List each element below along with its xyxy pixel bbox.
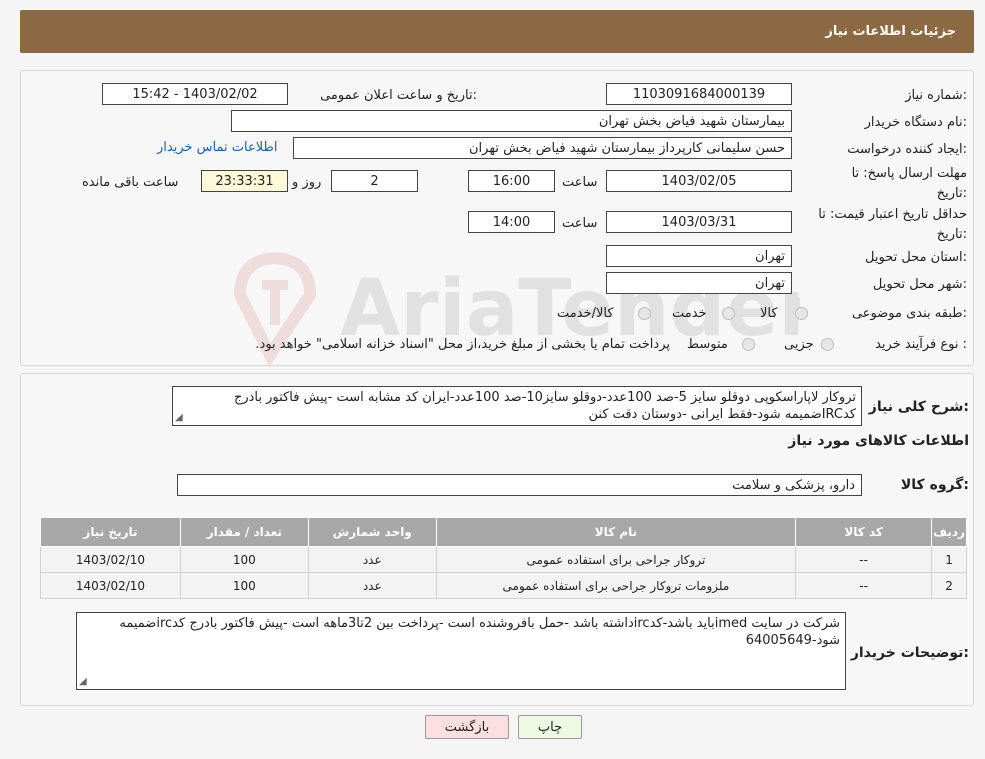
remaining-time-label: ساعت باقی مانده: [82, 175, 179, 190]
delivery-city-field: تهران: [606, 272, 792, 294]
goods-group-field: دارو، پزشکی و سلامت: [177, 474, 862, 496]
description-textarea[interactable]: تروکار لاپاراسکوپی دوقلو سایز 5-صد 100عد…: [172, 386, 862, 426]
process-minor-label: جزیی: [784, 337, 814, 352]
col-header-date: تاریخ نیاز: [40, 517, 181, 547]
print-button[interactable]: چاپ: [518, 715, 582, 739]
price-validity-label: حداقل تاریخ اعتبار قیمت: تا تاریخ:: [818, 205, 967, 245]
goods-table: ردیف کد کالا نام کالا واحد شمارش تعداد /…: [40, 517, 967, 599]
price-validity-time-label: ساعت: [562, 216, 598, 231]
category-service-label: خدمت: [672, 306, 707, 321]
cell-date: 1403/02/10: [40, 546, 181, 573]
category-goods-label: کالا: [760, 306, 778, 321]
reply-deadline-time-label: ساعت: [562, 175, 598, 190]
reply-deadline-label: مهلت ارسال پاسخ: تا تاریخ:: [852, 164, 967, 204]
price-validity-label-line2: تاریخ:: [936, 227, 967, 242]
cell-quantity: 100: [179, 572, 309, 599]
reply-deadline-label-line2: تاریخ:: [936, 186, 967, 201]
category-goods-service-radio[interactable]: [638, 307, 651, 320]
process-medium-radio[interactable]: [742, 338, 755, 351]
back-button[interactable]: بازگشت: [425, 715, 509, 739]
buyer-notes-label: توضیحات خریدار:: [850, 645, 969, 661]
cell-quantity: 100: [179, 546, 309, 573]
cell-code: --: [795, 546, 933, 573]
category-label: طبقه بندی موضوعی:: [851, 306, 967, 321]
delivery-province-field: تهران: [606, 245, 792, 267]
table-row: 2 -- ملزومات تروکار جراحی برای استفاده ع…: [40, 572, 967, 599]
cell-name: تروکار جراحی برای استفاده عمومی: [435, 546, 797, 573]
col-header-code: کد کالا: [795, 517, 933, 547]
goods-section-title: اطلاعات کالاهای مورد نیاز: [788, 433, 969, 449]
delivery-city-label: شهر محل تحویل:: [872, 277, 967, 292]
price-validity-date-field: 1403/03/31: [606, 211, 792, 233]
cell-name: ملزومات تروکار جراحی برای استفاده عمومی: [435, 572, 797, 599]
cell-unit: عدد: [307, 546, 437, 573]
cell-code: --: [795, 572, 933, 599]
announce-datetime-field: 1403/02/02 - 15:42: [102, 83, 288, 105]
resize-grip-icon[interactable]: ◢: [79, 677, 87, 687]
category-goods-service-label: کالا/خدمت: [557, 306, 614, 321]
buyer-org-label: نام دستگاه خریدار:: [864, 115, 967, 130]
goods-group-label: گروه کالا:: [900, 477, 969, 493]
reply-deadline-label-line1: مهلت ارسال پاسخ: تا: [851, 166, 967, 181]
cell-date: 1403/02/10: [40, 572, 181, 599]
days-label: روز و: [292, 175, 322, 190]
cell-row-number: 2: [931, 572, 967, 599]
remaining-days-field: 2: [331, 170, 418, 192]
page-header: جزئیات اطلاعات نیاز: [20, 10, 974, 53]
table-header-row: ردیف کد کالا نام کالا واحد شمارش تعداد /…: [40, 517, 967, 547]
col-header-unit: واحد شمارش: [307, 517, 437, 547]
process-minor-radio[interactable]: [821, 338, 834, 351]
category-goods-radio[interactable]: [795, 307, 808, 320]
process-medium-label: متوسط: [687, 337, 728, 352]
cell-row-number: 1: [931, 546, 967, 573]
price-validity-label-line1: حداقل تاریخ اعتبار قیمت: تا: [818, 207, 967, 222]
col-header-row-number: ردیف: [931, 517, 967, 547]
reply-deadline-time-field: 16:00: [468, 170, 555, 192]
requester-field: حسن سلیمانی کارپرداز بیمارستان شهید فیاض…: [293, 137, 792, 159]
treasury-note: پرداخت تمام یا بخشی از مبلغ خرید،از محل …: [255, 337, 670, 352]
buyer-notes-textarea[interactable]: شرکت در سایت imedباید باشد-کدircداشته با…: [76, 612, 846, 690]
need-number-field: 1103091684000139: [606, 83, 792, 105]
buyer-notes-text: شرکت در سایت imedباید باشد-کدircداشته با…: [119, 616, 840, 648]
col-header-name: نام کالا: [435, 517, 797, 547]
remaining-time-field: 23:33:31: [201, 170, 288, 192]
need-number-label: شماره نیاز:: [905, 88, 967, 103]
delivery-province-label: استان محل تحویل:: [865, 250, 967, 265]
resize-grip-icon[interactable]: ◢: [175, 413, 183, 423]
buyer-contact-link[interactable]: اطلاعات تماس خریدار: [157, 140, 277, 155]
price-validity-time-field: 14:00: [468, 211, 555, 233]
buyer-org-field: بیمارستان شهید فیاض بخش تهران: [231, 110, 792, 132]
description-text: تروکار لاپاراسکوپی دوقلو سایز 5-صد 100عد…: [233, 390, 856, 422]
col-header-quantity: تعداد / مقدار: [179, 517, 309, 547]
reply-deadline-date-field: 1403/02/05: [606, 170, 792, 192]
requester-label: ایجاد کننده درخواست:: [847, 142, 967, 157]
category-service-radio[interactable]: [722, 307, 735, 320]
purchase-process-label: نوع فرآیند خرید :: [875, 337, 967, 352]
description-label: شرح کلی نیاز:: [868, 399, 969, 415]
announce-datetime-label: تاریخ و ساعت اعلان عمومی:: [320, 88, 477, 103]
page-title: جزئیات اطلاعات نیاز: [825, 24, 956, 39]
table-row: 1 -- تروکار جراحی برای استفاده عمومی عدد…: [40, 546, 967, 573]
cell-unit: عدد: [307, 572, 437, 599]
